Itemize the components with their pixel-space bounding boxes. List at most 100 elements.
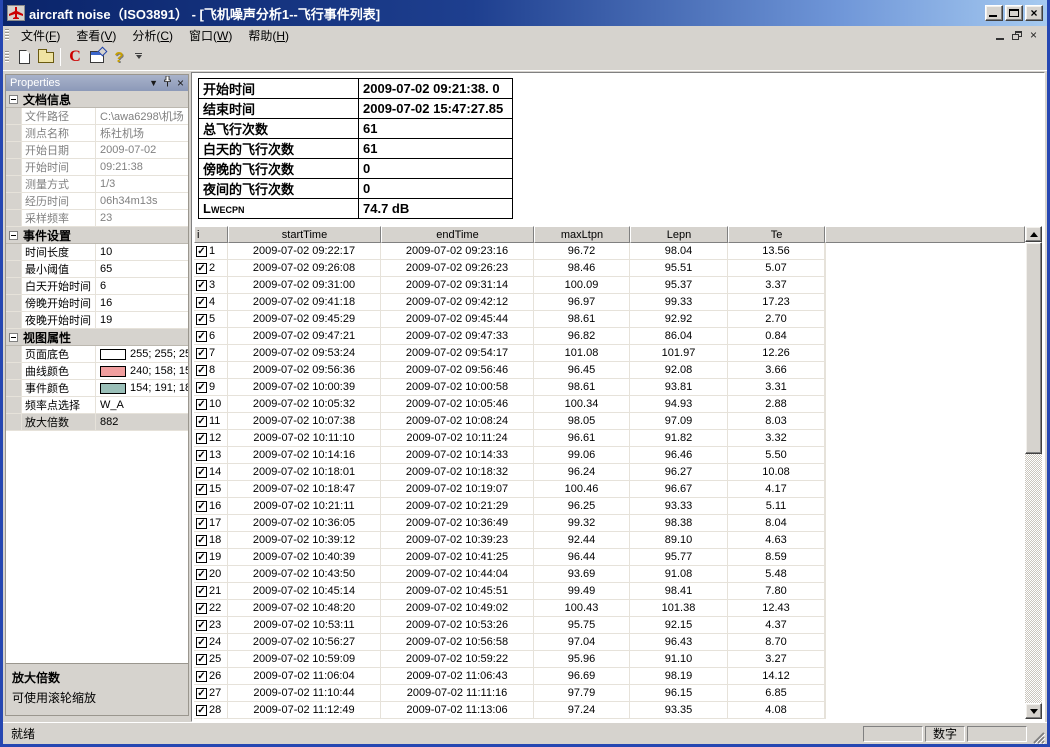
row-checkbox[interactable]: ✓ bbox=[196, 552, 207, 563]
table-row[interactable]: ✓192009-07-02 10:40:392009-07-02 10:41:2… bbox=[194, 549, 1025, 566]
row-checkbox[interactable]: ✓ bbox=[196, 671, 207, 682]
property-value[interactable]: 255; 255; 255 bbox=[96, 348, 188, 360]
row-checkbox[interactable]: ✓ bbox=[196, 467, 207, 478]
property-row[interactable]: 采样频率23 bbox=[6, 210, 188, 227]
open-file-button[interactable] bbox=[35, 47, 57, 68]
row-checkbox[interactable]: ✓ bbox=[196, 569, 207, 580]
row-checkbox[interactable]: ✓ bbox=[196, 688, 207, 699]
row-checkbox[interactable]: ✓ bbox=[196, 705, 207, 716]
property-value[interactable]: 882 bbox=[96, 416, 188, 428]
row-checkbox[interactable]: ✓ bbox=[196, 246, 207, 257]
row-checkbox[interactable]: ✓ bbox=[196, 416, 207, 427]
pin-icon[interactable] bbox=[163, 76, 172, 91]
close-button[interactable]: × bbox=[1025, 5, 1043, 21]
table-row[interactable]: ✓232009-07-02 10:53:112009-07-02 10:53:2… bbox=[194, 617, 1025, 634]
column-header-maxLtpn[interactable]: maxLtpn bbox=[534, 226, 630, 243]
table-row[interactable]: ✓272009-07-02 11:10:442009-07-02 11:11:1… bbox=[194, 685, 1025, 702]
property-value[interactable]: 65 bbox=[96, 263, 188, 275]
help-button[interactable]: ? bbox=[108, 47, 130, 68]
table-row[interactable]: ✓262009-07-02 11:06:042009-07-02 11:06:4… bbox=[194, 668, 1025, 685]
property-value[interactable]: 154; 191; 184 bbox=[96, 382, 188, 394]
property-row[interactable]: 最小阈值65 bbox=[6, 261, 188, 278]
table-row[interactable]: ✓142009-07-02 10:18:012009-07-02 10:18:3… bbox=[194, 464, 1025, 481]
row-checkbox[interactable]: ✓ bbox=[196, 399, 207, 410]
column-header-endTime[interactable]: endTime bbox=[381, 226, 534, 243]
collapse-icon[interactable] bbox=[9, 333, 18, 342]
table-row[interactable]: ✓152009-07-02 10:18:472009-07-02 10:19:0… bbox=[194, 481, 1025, 498]
new-document-button[interactable] bbox=[13, 47, 35, 68]
table-row[interactable]: ✓42009-07-02 09:41:182009-07-02 09:42:12… bbox=[194, 294, 1025, 311]
property-row[interactable]: 测量方式1/3 bbox=[6, 176, 188, 193]
row-checkbox[interactable]: ✓ bbox=[196, 331, 207, 342]
row-checkbox[interactable]: ✓ bbox=[196, 535, 207, 546]
property-row[interactable]: 测点名称栎社机场 bbox=[6, 125, 188, 142]
close-icon[interactable]: × bbox=[177, 76, 184, 90]
table-row[interactable]: ✓212009-07-02 10:45:142009-07-02 10:45:5… bbox=[194, 583, 1025, 600]
table-row[interactable]: ✓252009-07-02 10:59:092009-07-02 10:59:2… bbox=[194, 651, 1025, 668]
property-row[interactable]: 夜晚开始时间19 bbox=[6, 312, 188, 329]
table-row[interactable]: ✓92009-07-02 10:00:392009-07-02 10:00:58… bbox=[194, 379, 1025, 396]
table-row[interactable]: ✓102009-07-02 10:05:322009-07-02 10:05:4… bbox=[194, 396, 1025, 413]
table-row[interactable]: ✓162009-07-02 10:21:112009-07-02 10:21:2… bbox=[194, 498, 1025, 515]
chevron-down-icon[interactable]: ▼ bbox=[149, 76, 158, 90]
row-checkbox[interactable]: ✓ bbox=[196, 603, 207, 614]
table-row[interactable]: ✓222009-07-02 10:48:202009-07-02 10:49:0… bbox=[194, 600, 1025, 617]
row-checkbox[interactable]: ✓ bbox=[196, 654, 207, 665]
table-row[interactable]: ✓132009-07-02 10:14:162009-07-02 10:14:3… bbox=[194, 447, 1025, 464]
property-value[interactable]: 19 bbox=[96, 314, 188, 326]
row-checkbox[interactable]: ✓ bbox=[196, 586, 207, 597]
mdi-restore-icon[interactable] bbox=[1012, 31, 1022, 40]
row-checkbox[interactable]: ✓ bbox=[196, 501, 207, 512]
maximize-button[interactable] bbox=[1005, 5, 1023, 21]
property-value[interactable]: 2009-07-02 bbox=[96, 144, 188, 156]
row-checkbox[interactable]: ✓ bbox=[196, 433, 207, 444]
row-checkbox[interactable]: ✓ bbox=[196, 365, 207, 376]
property-row[interactable]: 曲线颜色240; 158; 158 bbox=[6, 363, 188, 380]
menu-item-W[interactable]: 窗口(W) bbox=[181, 28, 240, 44]
property-row[interactable]: 事件颜色154; 191; 184 bbox=[6, 380, 188, 397]
menu-item-F[interactable]: 文件(F) bbox=[13, 28, 68, 44]
scrollbar-thumb[interactable] bbox=[1025, 242, 1042, 454]
row-checkbox[interactable]: ✓ bbox=[196, 348, 207, 359]
property-value[interactable]: 09:21:38 bbox=[96, 161, 188, 173]
scroll-up-button[interactable] bbox=[1025, 226, 1042, 242]
row-checkbox[interactable]: ✓ bbox=[196, 637, 207, 648]
resize-grip[interactable] bbox=[1030, 729, 1045, 744]
toolbar-overflow-button[interactable] bbox=[132, 47, 145, 67]
table-row[interactable]: ✓52009-07-02 09:45:292009-07-02 09:45:44… bbox=[194, 311, 1025, 328]
table-row[interactable]: ✓122009-07-02 10:11:102009-07-02 10:11:2… bbox=[194, 430, 1025, 447]
property-value[interactable]: 6 bbox=[96, 280, 188, 292]
table-row[interactable]: ✓32009-07-02 09:31:002009-07-02 09:31:14… bbox=[194, 277, 1025, 294]
column-header-Te[interactable]: Te bbox=[728, 226, 825, 243]
table-row[interactable]: ✓62009-07-02 09:47:212009-07-02 09:47:33… bbox=[194, 328, 1025, 345]
property-section-header[interactable]: 文档信息 bbox=[6, 91, 188, 108]
menu-item-V[interactable]: 查看(V) bbox=[68, 28, 124, 44]
table-row[interactable]: ✓82009-07-02 09:56:362009-07-02 09:56:46… bbox=[194, 362, 1025, 379]
column-header-Lepn[interactable]: Lepn bbox=[630, 226, 728, 243]
property-value[interactable]: W_A bbox=[96, 399, 188, 411]
toolbar-grip[interactable] bbox=[5, 51, 9, 63]
menubar-grip[interactable] bbox=[5, 29, 9, 41]
table-row[interactable]: ✓112009-07-02 10:07:382009-07-02 10:08:2… bbox=[194, 413, 1025, 430]
minimize-button[interactable] bbox=[985, 5, 1003, 21]
menu-item-H[interactable]: 帮助(H) bbox=[240, 28, 297, 44]
property-value[interactable]: 1/3 bbox=[96, 178, 188, 190]
property-row[interactable]: 经历时间06h34m13s bbox=[6, 193, 188, 210]
property-row[interactable]: 频率点选择W_A bbox=[6, 397, 188, 414]
row-checkbox[interactable]: ✓ bbox=[196, 450, 207, 461]
property-value[interactable]: 10 bbox=[96, 246, 188, 258]
table-row[interactable]: ✓22009-07-02 09:26:082009-07-02 09:26:23… bbox=[194, 260, 1025, 277]
row-checkbox[interactable]: ✓ bbox=[196, 484, 207, 495]
table-row[interactable]: ✓72009-07-02 09:53:242009-07-02 09:54:17… bbox=[194, 345, 1025, 362]
column-header-startTime[interactable]: startTime bbox=[228, 226, 381, 243]
row-checkbox[interactable]: ✓ bbox=[196, 280, 207, 291]
row-checkbox[interactable]: ✓ bbox=[196, 314, 207, 325]
property-row[interactable]: 白天开始时间6 bbox=[6, 278, 188, 295]
row-checkbox[interactable]: ✓ bbox=[196, 382, 207, 393]
row-checkbox[interactable]: ✓ bbox=[196, 297, 207, 308]
table-row[interactable]: ✓242009-07-02 10:56:272009-07-02 10:56:5… bbox=[194, 634, 1025, 651]
table-row[interactable]: ✓202009-07-02 10:43:502009-07-02 10:44:0… bbox=[194, 566, 1025, 583]
column-header-i[interactable]: i bbox=[194, 226, 228, 243]
calibration-button[interactable]: C bbox=[64, 47, 86, 68]
mdi-close-icon[interactable]: × bbox=[1030, 30, 1037, 40]
